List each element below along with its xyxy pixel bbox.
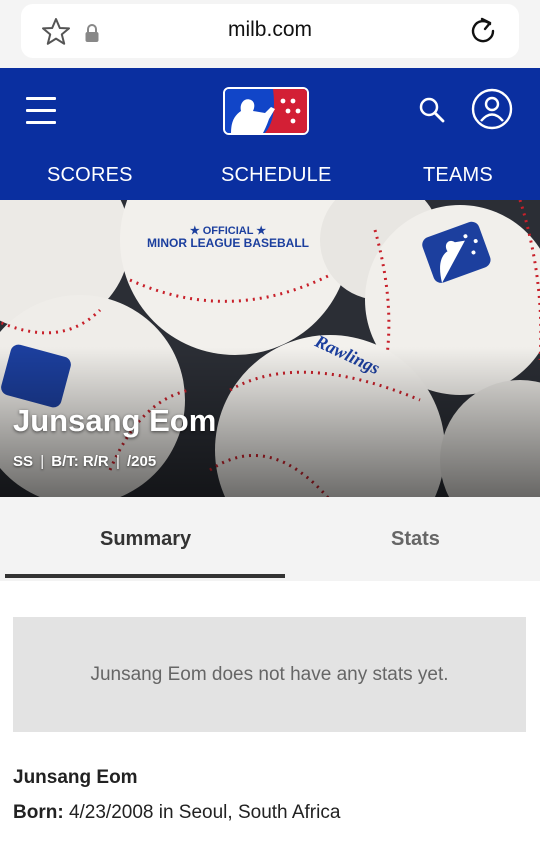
player-position: SS — [13, 453, 34, 470]
ball-text-league: MINOR LEAGUE BASEBALL — [147, 236, 309, 250]
player-tabs: Summary Stats — [0, 497, 540, 581]
browser-toolbar: milb.com — [0, 0, 540, 68]
no-stats-text: Junsang Eom does not have any stats yet. — [90, 664, 449, 685]
tab-stats[interactable]: Stats — [391, 528, 440, 551]
search-icon[interactable] — [418, 96, 446, 124]
account-icon[interactable] — [471, 88, 513, 130]
reload-icon[interactable] — [468, 16, 498, 46]
no-stats-notice: Junsang Eom does not have any stats yet. — [13, 617, 526, 732]
active-tab-indicator — [5, 574, 285, 578]
url-text[interactable]: milb.com — [21, 18, 519, 42]
born-value: 4/23/2008 in Seoul, South Africa — [68, 802, 341, 823]
meta-divider: | — [40, 453, 45, 470]
address-bar[interactable]: milb.com — [21, 4, 519, 58]
born-label: Born: — [13, 802, 64, 823]
nav-schedule[interactable]: SCHEDULE — [221, 164, 332, 187]
milb-logo[interactable] — [223, 87, 309, 135]
bio-born: Born: 4/23/2008 in Seoul, South Africa — [13, 802, 340, 824]
logo-mark-icon — [225, 89, 307, 133]
hamburger-menu-icon[interactable] — [26, 96, 56, 124]
meta-divider: | — [115, 453, 120, 470]
player-meta: SS | B/T: R/R | /205 — [13, 453, 156, 470]
nav-scores[interactable]: SCORES — [47, 164, 133, 187]
tab-summary[interactable]: Summary — [100, 528, 191, 551]
player-bats-throws: B/T: R/R — [51, 453, 109, 470]
bio-name: Junsang Eom — [13, 767, 138, 788]
player-height-weight: /205 — [127, 453, 157, 470]
site-navbar: SCORES SCHEDULE TEAMS — [0, 68, 540, 200]
nav-teams[interactable]: TEAMS — [423, 164, 493, 187]
player-name: Junsang Eom — [13, 403, 217, 438]
